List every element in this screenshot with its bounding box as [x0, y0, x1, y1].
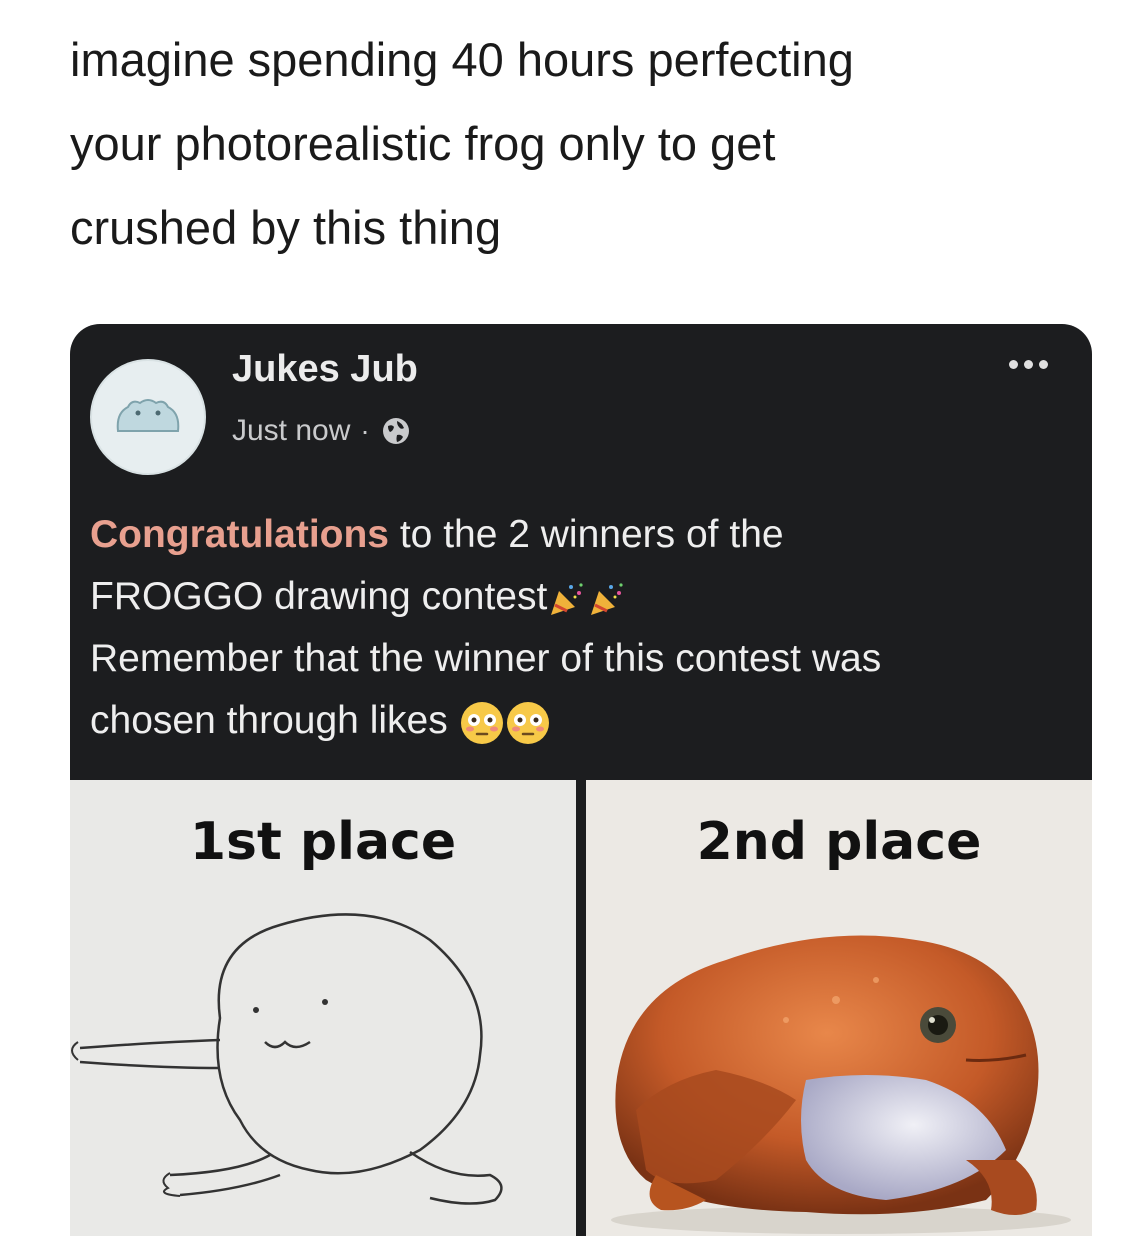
post-body: Congratulations to the 2 winners of the … [90, 504, 1080, 752]
party-popper-icon [551, 583, 583, 615]
first-place-image[interactable]: 1st place [70, 780, 576, 1236]
more-options-icon[interactable] [1003, 354, 1054, 375]
social-post-card: Jukes Jub Just now · Congratulations to … [70, 324, 1092, 1236]
second-place-label: 2nd place [696, 812, 982, 872]
post-body-line-2-text: FROGGO drawing contest [90, 575, 548, 618]
more-dot [1024, 360, 1033, 369]
second-place-image[interactable]: 2nd place [586, 780, 1092, 1236]
post-body-line-2: FROGGO drawing contest [90, 566, 1080, 628]
meme-caption: imagine spending 40 hours perfecting you… [70, 18, 1100, 270]
post-image-grid[interactable]: 1st place 2nd place [70, 780, 1092, 1236]
caption-line-3: crushed by this thing [70, 201, 502, 254]
post-body-line-3: Remember that the winner of this contest… [90, 637, 882, 680]
post-meta: Just now · [232, 414, 412, 448]
more-dot [1039, 360, 1048, 369]
flushed-face-icon [460, 701, 503, 744]
caption-line-2: your photorealistic frog only to get [70, 117, 776, 170]
post-body-line-4: chosen through likes [90, 690, 1080, 752]
post-body-line-1-rest: to the 2 winners of the [389, 513, 784, 556]
frog-avatar-icon[interactable] [90, 359, 206, 475]
post-body-line-1: Congratulations to the 2 winners of the [90, 504, 1080, 566]
post-author-name[interactable]: Jukes Jub [232, 348, 418, 391]
meta-separator: · [360, 415, 370, 446]
more-dot [1009, 360, 1018, 369]
post-timestamp[interactable]: Just now [232, 414, 350, 448]
post-body-line-4-text: chosen through likes [90, 699, 448, 742]
caption-line-1: imagine spending 40 hours perfecting [70, 33, 854, 86]
highlight-word[interactable]: Congratulations [90, 513, 389, 556]
globe-icon [382, 418, 409, 444]
party-popper-icon [591, 583, 623, 615]
flushed-face-icon [506, 701, 549, 744]
first-place-label: 1st place [189, 812, 457, 872]
